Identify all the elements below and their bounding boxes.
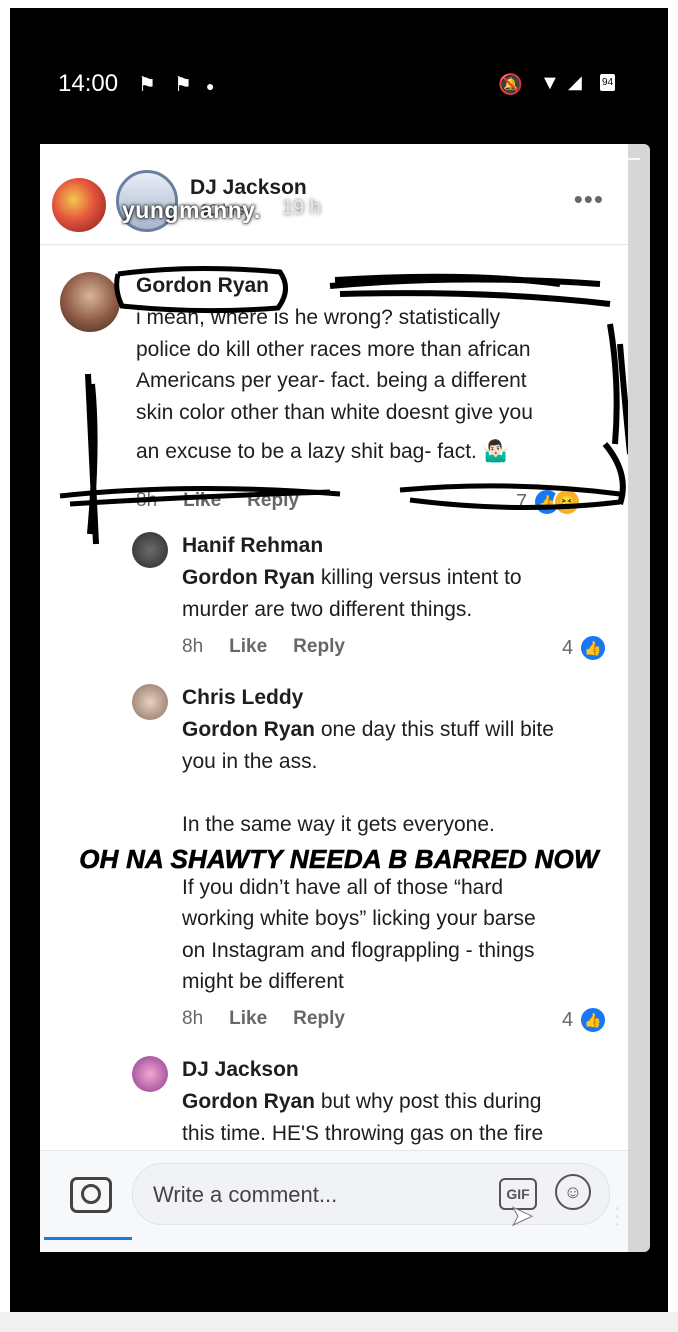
avatar[interactable] <box>60 272 120 332</box>
flag-icon: ⚑ <box>138 74 156 96</box>
reaction-count[interactable]: 4 👍 <box>562 634 608 662</box>
emoji-icon[interactable]: ☺ <box>555 1174 591 1210</box>
comment-time: 8h <box>136 490 158 511</box>
comment-time: 8h <box>182 636 204 657</box>
like-icon: 👍 <box>579 1006 608 1034</box>
comment-actions: 8h Like Reply <box>182 636 371 658</box>
comment-actions: 8h Like Reply <box>182 1008 371 1030</box>
haha-icon: 😆 <box>553 488 582 516</box>
card-edge <box>628 144 650 1252</box>
reaction-count[interactable]: 7 👍 😆 <box>516 488 582 516</box>
wifi-icon: ▼ <box>540 72 560 94</box>
comment-text: Gordon Ryan killing versus intent to mur… <box>182 566 522 621</box>
avatar[interactable] <box>132 684 168 720</box>
like-button[interactable]: Like <box>183 490 221 511</box>
mention[interactable]: Gordon Ryan <box>182 1090 315 1113</box>
battery-icon: 94 <box>600 74 616 91</box>
comment-text: Gordon Ryan but why post this during thi… <box>182 1090 544 1145</box>
active-tab-indicator <box>44 1237 132 1240</box>
reply-button[interactable]: Reply <box>247 490 299 511</box>
avatar[interactable] <box>132 1056 168 1092</box>
more-options-icon[interactable]: ••• <box>574 184 604 215</box>
divider <box>40 244 628 245</box>
mention[interactable]: Gordon Ryan <box>182 566 315 589</box>
story-time: 19 h <box>282 197 321 219</box>
more-vertical-icon[interactable]: · · · <box>614 1198 621 1234</box>
send-icon[interactable]: ➤ <box>509 1199 533 1232</box>
story-progress-bar <box>40 158 640 160</box>
reaction-count[interactable]: 4 👍 <box>562 1006 608 1034</box>
flag-icon: ⚑ <box>174 74 192 96</box>
mention[interactable]: Gordon Ryan <box>182 718 315 741</box>
comment-author[interactable]: DJ Jackson <box>182 1058 299 1082</box>
comment-author[interactable]: Gordon Ryan <box>136 274 269 298</box>
comment-composer: GIF ☺ ➤ <box>40 1150 628 1252</box>
mute-bell-icon: 🔕 <box>498 74 523 96</box>
comment-box: GIF ☺ <box>132 1163 610 1226</box>
like-button[interactable]: Like <box>229 1008 267 1029</box>
status-bar: 14:00 ⚑ ⚑ ● 🔕 ▼ ◢ 94 <box>10 8 668 148</box>
comment-author[interactable]: Chris Leddy <box>182 686 303 710</box>
comment-input[interactable] <box>151 1164 485 1226</box>
comment-actions: 8h Like Reply <box>136 490 325 512</box>
story-caption: OH NA SHAWTY NEEDA B BARRED NOW <box>79 844 599 875</box>
comment-time: 8h <box>182 1008 204 1029</box>
avatar[interactable] <box>132 532 168 568</box>
camera-icon[interactable] <box>70 1177 112 1213</box>
like-button[interactable]: Like <box>229 636 267 657</box>
reply-button[interactable]: Reply <box>293 636 345 657</box>
nav-bar <box>0 1312 678 1332</box>
like-icon: 👍 <box>579 634 608 662</box>
signal-icon: ◢ <box>568 72 582 92</box>
comment-author[interactable]: Hanif Rehman <box>182 534 323 558</box>
reply-button[interactable]: Reply <box>293 1008 345 1029</box>
story-user-avatar[interactable] <box>50 176 108 234</box>
story-username[interactable]: yungmanny. <box>122 197 261 224</box>
comment-text: i mean, where is he wrong? statistically… <box>136 306 533 463</box>
facebook-comments-card: DJ Jackson 10 hrs · ••• yungmanny. 19 h … <box>40 144 628 1252</box>
phone-frame: 14:00 ⚑ ⚑ ● 🔕 ▼ ◢ 94 DJ Jackson 10 hrs ·… <box>10 8 668 1320</box>
dot-icon: ● <box>206 78 215 94</box>
clock: 14:00 <box>58 70 119 97</box>
